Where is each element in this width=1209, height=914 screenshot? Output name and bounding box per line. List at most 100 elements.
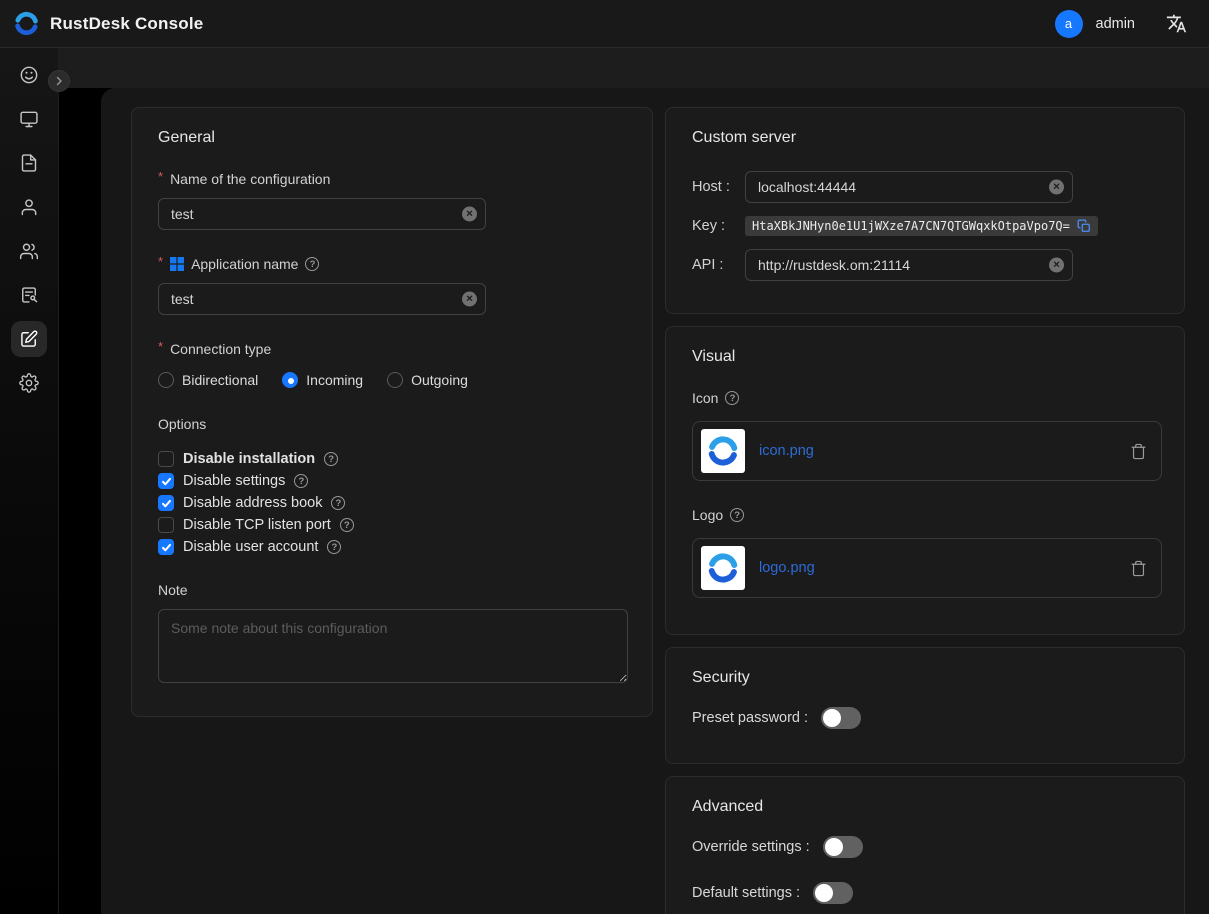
help-icon[interactable] [331, 496, 345, 510]
sidebar-item-users[interactable] [11, 189, 47, 225]
general-card-title: General [158, 129, 626, 147]
radio-incoming[interactable]: Incoming [282, 372, 363, 388]
smile-icon [19, 65, 39, 85]
windows-logo-icon [170, 257, 184, 271]
visual-card: Visual Icon icon.png Logo [665, 326, 1185, 635]
help-icon[interactable] [324, 452, 338, 466]
help-icon[interactable] [725, 391, 739, 405]
checkbox-box[interactable] [158, 495, 174, 511]
checkbox-disable-user-account[interactable]: Disable user account [158, 536, 626, 558]
clear-input-icon[interactable] [1049, 258, 1064, 273]
main-content: General * Name of the configuration * Ap… [59, 48, 1209, 914]
icon-label: Icon [692, 390, 1158, 406]
user-icon [19, 197, 39, 217]
api-label: API : [692, 257, 745, 273]
checkbox-label: Disable TCP listen port [183, 517, 331, 533]
default-settings-toggle[interactable] [813, 882, 853, 904]
logo-file-thumbnail [701, 546, 745, 590]
clear-input-icon[interactable] [462, 207, 477, 222]
trash-icon[interactable] [1130, 560, 1147, 577]
application-name-input[interactable] [158, 283, 486, 315]
note-textarea[interactable] [158, 609, 628, 683]
icon-file-row: icon.png [692, 421, 1162, 481]
checkbox-disable-tcp-listen-port[interactable]: Disable TCP listen port [158, 514, 626, 536]
connection-type-label: * Connection type [158, 341, 626, 357]
sidebar [0, 48, 59, 914]
note-label: Note [158, 582, 626, 598]
radio-dot [158, 372, 174, 388]
help-icon[interactable] [327, 540, 341, 554]
sidebar-item-devices[interactable] [11, 101, 47, 137]
edit-square-icon [19, 329, 39, 349]
required-asterisk: * [158, 172, 163, 182]
radio-bidirectional[interactable]: Bidirectional [158, 372, 258, 388]
logo-label: Logo [692, 507, 1158, 523]
checkbox-label: Disable installation [183, 451, 315, 467]
app-title: RustDesk Console [50, 14, 203, 34]
radio-dot [387, 372, 403, 388]
settings-gear-icon [19, 373, 39, 393]
sidebar-item-custom-clients[interactable] [11, 321, 47, 357]
rustdesk-logo-icon [13, 10, 40, 37]
security-card: Security Preset password : [665, 647, 1185, 764]
config-name-input[interactable] [158, 198, 486, 230]
radio-dot [282, 372, 298, 388]
override-settings-label: Override settings : [692, 839, 810, 855]
help-icon[interactable] [730, 508, 744, 522]
options-group: Disable installation Disable settings Di… [158, 448, 626, 558]
config-name-label: * Name of the configuration [158, 171, 626, 187]
translate-icon[interactable] [1166, 13, 1187, 34]
advanced-card: Advanced Override settings : Default set… [665, 776, 1185, 914]
custom-server-title: Custom server [692, 129, 1158, 147]
override-settings-toggle[interactable] [823, 836, 863, 858]
sidebar-item-settings[interactable] [11, 365, 47, 401]
trash-icon[interactable] [1130, 443, 1147, 460]
key-label: Key : [692, 218, 745, 234]
help-icon[interactable] [340, 518, 354, 532]
options-label: Options [158, 416, 626, 432]
user-name[interactable]: admin [1096, 16, 1136, 32]
help-icon[interactable] [294, 474, 308, 488]
app-bar: RustDesk Console a admin [0, 0, 1209, 48]
api-input[interactable] [745, 249, 1073, 281]
host-input[interactable] [745, 171, 1073, 203]
sidebar-item-audit[interactable] [11, 277, 47, 313]
sidebar-item-groups[interactable] [11, 233, 47, 269]
advanced-title: Advanced [692, 798, 1158, 816]
copy-icon[interactable] [1077, 219, 1091, 233]
checkbox-disable-settings[interactable]: Disable settings [158, 470, 626, 492]
connection-type-group: Bidirectional Incoming Outgoing [158, 372, 626, 388]
default-settings-label: Default settings : [692, 885, 800, 901]
radio-outgoing[interactable]: Outgoing [387, 372, 468, 388]
required-asterisk: * [158, 257, 163, 267]
checkbox-box[interactable] [158, 517, 174, 533]
content-panel: General * Name of the configuration * Ap… [101, 88, 1209, 914]
visual-title: Visual [692, 348, 1158, 366]
sidebar-item-overview[interactable] [11, 57, 47, 93]
sidebar-item-sessions[interactable] [11, 145, 47, 181]
checkbox-label: Disable user account [183, 539, 318, 555]
document-icon [19, 153, 39, 173]
logo-file-link[interactable]: logo.png [759, 560, 815, 576]
host-label: Host : [692, 179, 745, 195]
user-avatar[interactable]: a [1055, 10, 1083, 38]
clear-input-icon[interactable] [1049, 180, 1064, 195]
checkbox-box[interactable] [158, 451, 174, 467]
rustdesk-logo-icon [706, 551, 740, 585]
logo-file-row: logo.png [692, 538, 1162, 598]
icon-file-link[interactable]: icon.png [759, 443, 814, 459]
general-card: General * Name of the configuration * Ap… [131, 107, 653, 717]
preset-password-toggle[interactable] [821, 707, 861, 729]
checkbox-label: Disable settings [183, 473, 285, 489]
help-icon[interactable] [305, 257, 319, 271]
checkbox-label: Disable address book [183, 495, 322, 511]
clear-input-icon[interactable] [462, 292, 477, 307]
checkbox-disable-installation[interactable]: Disable installation [158, 448, 626, 470]
rustdesk-logo-icon [706, 434, 740, 468]
checkbox-box[interactable] [158, 539, 174, 555]
checkbox-box[interactable] [158, 473, 174, 489]
security-title: Security [692, 669, 1158, 687]
checkbox-disable-address-book[interactable]: Disable address book [158, 492, 626, 514]
sidebar-expand-button[interactable] [48, 70, 70, 92]
required-asterisk: * [158, 342, 163, 352]
